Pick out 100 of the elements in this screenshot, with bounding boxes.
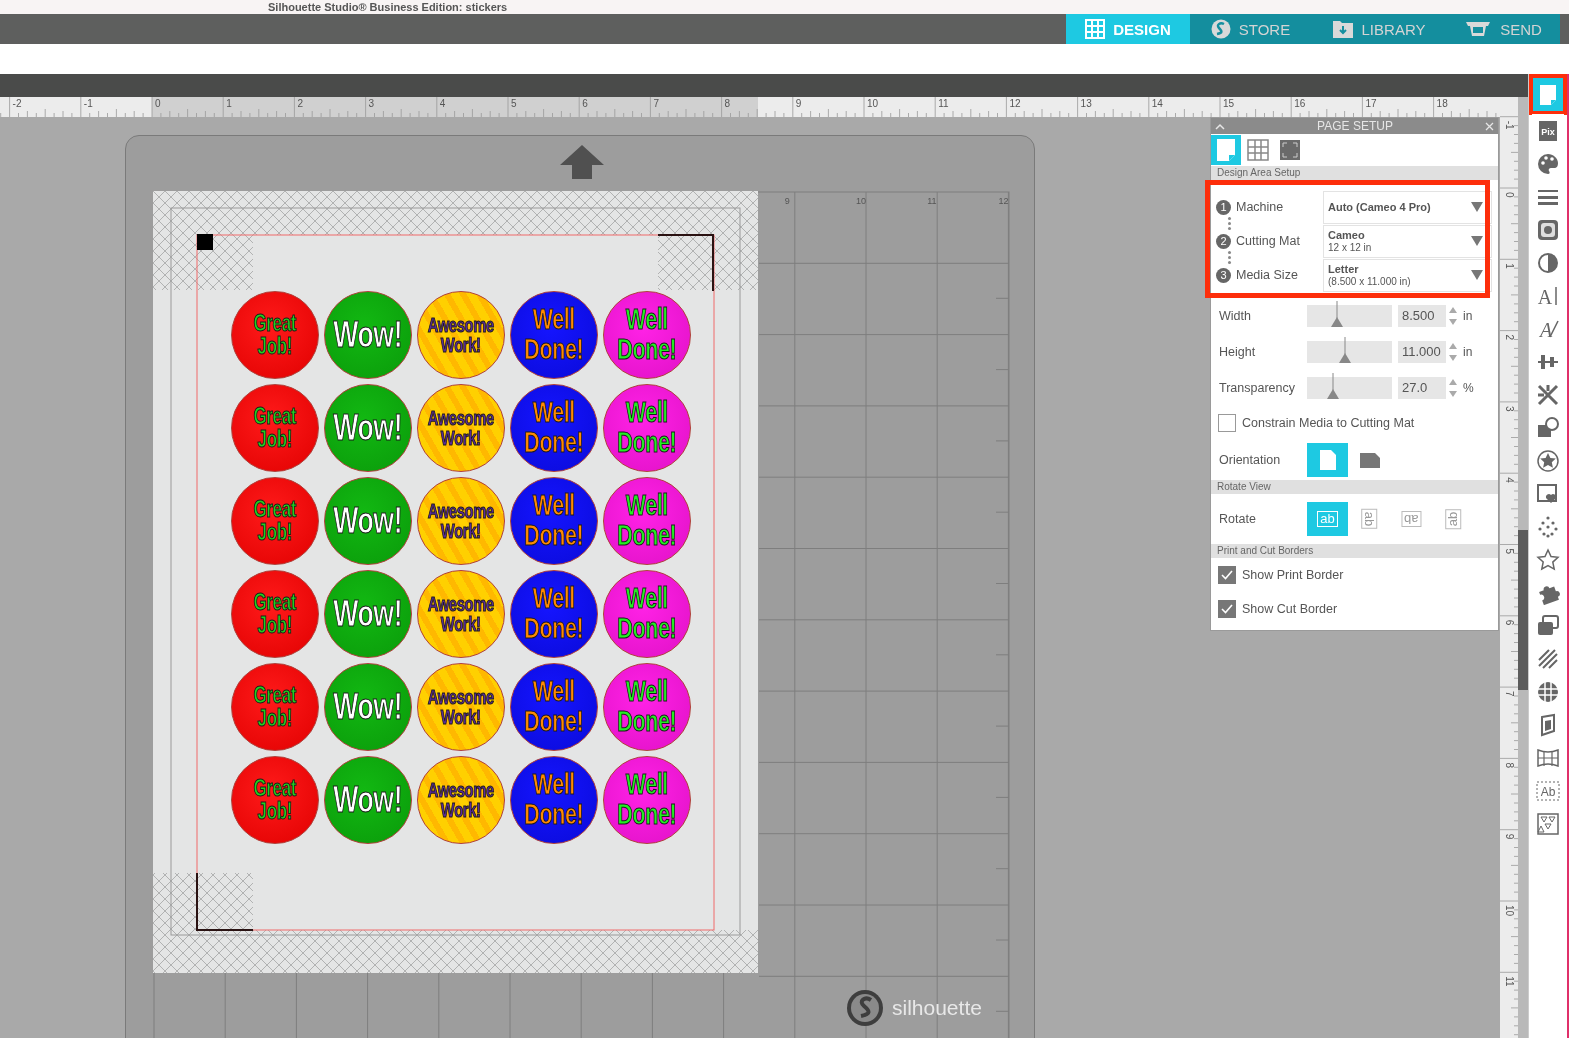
ruler-label: -1	[83, 98, 93, 109]
ruler-label: 6	[1504, 619, 1515, 626]
folder-download-icon	[1331, 19, 1354, 39]
crop-frame-icon	[1279, 139, 1301, 161]
number-field[interactable]: 11.000	[1398, 341, 1446, 363]
ruler-label: 15	[1223, 98, 1235, 109]
registration-mark	[196, 872, 254, 931]
grid-label: 12	[998, 196, 1009, 206]
caret-down-icon	[1471, 270, 1483, 280]
step-number: 2	[1216, 233, 1231, 249]
ruler-label: 10	[1504, 905, 1515, 917]
sticker-label: Great Job!	[253, 311, 297, 359]
checkbox-label: Show Cut Border	[1242, 602, 1338, 616]
sticker-label: Well Done!	[524, 677, 584, 737]
sticker-label: Great Job!	[253, 404, 297, 452]
unit-label: %	[1463, 381, 1474, 395]
ruler-label: 3	[368, 98, 375, 109]
registration-mark	[197, 234, 213, 250]
number-field[interactable]: 8.500	[1398, 305, 1446, 327]
spinner-icon[interactable]	[1449, 377, 1457, 399]
sticker-label: Awesome Work!	[427, 314, 495, 356]
ruler-label: 5	[1504, 548, 1515, 555]
star-badge-icon	[1536, 448, 1560, 473]
grid-icon	[1085, 19, 1106, 39]
dropdown[interactable]: Cameo 12 x 12 in	[1323, 224, 1492, 258]
section-heading: Rotate View	[1211, 480, 1498, 494]
sticker-label: Well Done!	[617, 491, 677, 551]
number-field[interactable]: 27.0	[1398, 377, 1446, 399]
layers-icon	[1536, 613, 1560, 638]
checkbox[interactable]	[1218, 600, 1236, 618]
palette-icon	[1536, 151, 1560, 176]
sticker-label: Well Done!	[524, 770, 584, 830]
slider-thumb[interactable]	[1330, 301, 1343, 327]
sticker-label: Well Done!	[524, 398, 584, 458]
sticker-label: Wow!	[333, 595, 403, 633]
scrollbar-thumb[interactable]	[1518, 530, 1528, 690]
sticker-label: Well Done!	[617, 677, 677, 737]
unit-label: in	[1463, 309, 1473, 323]
checkbox[interactable]	[1218, 414, 1236, 432]
field-label: Orientation	[1219, 453, 1282, 467]
grid-label: 10	[856, 196, 866, 206]
section-heading: Print and Cut Borders	[1211, 544, 1498, 558]
window-title: Silhouette Studio® Business Edition: stickers	[268, 1, 508, 13]
ruler-label: 6	[582, 98, 588, 109]
ruler-label: 0	[1504, 192, 1515, 198]
ruler-label: 11	[1504, 976, 1515, 987]
spinner-icon[interactable]	[1449, 305, 1457, 327]
sticker-label: Wow!	[333, 409, 403, 447]
ruler-label: 16	[1294, 98, 1306, 109]
ruler-label: 8	[1504, 762, 1515, 768]
checkbox[interactable]	[1218, 566, 1236, 584]
sticker-label: Awesome Work!	[427, 500, 495, 542]
ruler-label: 2	[297, 98, 303, 109]
sticker-label: Great Job!	[253, 497, 297, 545]
ruler-label: 9	[795, 98, 802, 109]
sticker-label: Well Done!	[617, 305, 677, 365]
slider-thumb[interactable]	[1339, 337, 1352, 363]
ruler-label: 0	[155, 98, 161, 109]
caret-up-icon[interactable]	[1215, 122, 1225, 130]
dropdown[interactable]: Letter (8.500 x 11.000 in)	[1323, 258, 1492, 292]
sticker-label: Great Job!	[253, 683, 297, 731]
ruler-label: 8	[724, 98, 731, 109]
scrollbar[interactable]	[1518, 97, 1528, 1038]
sticker-label: Well Done!	[617, 398, 677, 458]
checkbox-label: Constrain Media to Cutting Mat	[1242, 416, 1415, 430]
step-number: 3	[1216, 267, 1231, 283]
spinner-icon[interactable]	[1449, 341, 1457, 363]
globe-icon	[1536, 679, 1560, 704]
sticker-label: Great Job!	[253, 590, 297, 638]
ruler-label: 2	[1504, 334, 1515, 341]
sticker-label: Well Done!	[524, 584, 584, 644]
ruler-label: 17	[1365, 98, 1377, 109]
shapes-icon	[1536, 415, 1560, 440]
ruler-label: 3	[1504, 405, 1515, 412]
ruler-label: 18	[1436, 98, 1448, 109]
caret-down-icon	[1471, 202, 1483, 212]
ruler-label: 7	[1504, 691, 1515, 697]
panel-title: PAGE SETUP	[1317, 119, 1393, 133]
contrast-icon	[1536, 250, 1560, 275]
dots-icon	[1536, 514, 1560, 539]
dropdown[interactable]: Auto (Cameo 4 Pro)	[1323, 190, 1492, 224]
sticker-label: Awesome Work!	[427, 779, 495, 821]
ruler-label: 7	[653, 98, 659, 109]
sticker-label: Wow!	[333, 781, 403, 819]
field-label: Rotate	[1219, 512, 1257, 526]
ruler-label: 1	[226, 98, 232, 109]
unit-label: in	[1463, 345, 1473, 359]
field-label: Media Size	[1236, 268, 1299, 282]
machine-icon	[1464, 20, 1493, 38]
logo-text: silhouette	[892, 996, 982, 1020]
field-label: Height	[1219, 345, 1257, 359]
field-label: Cutting Mat	[1236, 234, 1301, 248]
caret-down-icon	[1471, 236, 1483, 246]
close-icon[interactable]	[1485, 121, 1494, 131]
tile-icon	[1536, 217, 1560, 242]
slider-thumb[interactable]	[1326, 373, 1339, 399]
sticker-label: Great Job!	[253, 776, 297, 824]
arrow-up-icon	[560, 145, 604, 179]
triangles-icon	[1536, 811, 1560, 836]
ruler-label: 1	[1504, 263, 1515, 269]
